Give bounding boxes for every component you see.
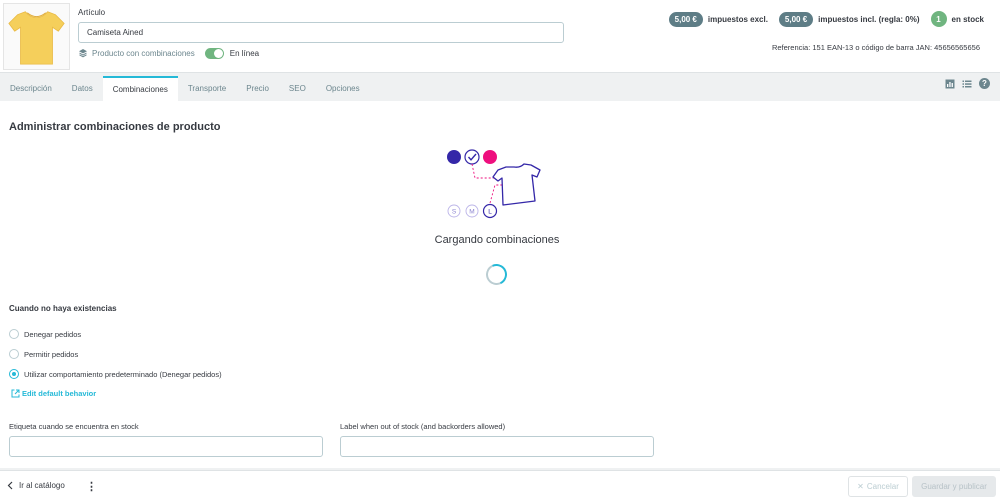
tshirt-image (4, 4, 69, 69)
size-s-label: S (452, 209, 457, 216)
page-title: Administrar combinaciones de producto (9, 121, 221, 133)
more-options-icon[interactable]: ⋮ (86, 480, 97, 493)
combinations-panel: Administrar combinaciones de producto S … (0, 101, 1000, 468)
radio-label: Permitir pedidos (24, 349, 79, 359)
close-icon: ✕ (857, 482, 864, 491)
product-thumbnail[interactable] (3, 3, 70, 70)
chevron-left-icon (7, 481, 13, 490)
product-name-input[interactable]: Camiseta Ained (78, 22, 564, 43)
price-excl-label: impuestos excl. (707, 14, 768, 24)
tshirt-outline-icon (492, 163, 541, 206)
radio-button[interactable] (9, 349, 19, 359)
size-l-label: L (488, 209, 492, 216)
radio-deny-orders[interactable]: Denegar pedidos (9, 328, 81, 340)
blue-color-dot (447, 150, 461, 164)
online-label: En línea (229, 48, 260, 58)
label-in-stock-input[interactable] (9, 436, 323, 457)
tab-tools: ? (945, 78, 990, 89)
tab-descripcion[interactable]: Descripción (0, 76, 62, 101)
combinations-illustration: S M L (447, 149, 541, 219)
list-icon[interactable] (962, 79, 972, 89)
radio-default-behavior[interactable]: Utilizar comportamiento predeterminado (… (9, 368, 222, 380)
stats-icon[interactable] (945, 79, 955, 89)
pink-color-dot (483, 150, 497, 164)
label-in-stock-label: Etiqueta cuando se encuentra en stock (9, 422, 139, 431)
tab-seo[interactable]: SEO (279, 76, 316, 101)
reference-line: Referencia: 151 EAN-13 o código de barra… (771, 43, 980, 52)
price-summary: 5,00 € impuestos excl. 5,00 € impuestos … (668, 11, 984, 27)
tab-opciones[interactable]: Opciones (316, 76, 370, 101)
stock-badge[interactable]: 1 (930, 11, 947, 27)
cancel-button[interactable]: ✕ Cancelar (848, 476, 908, 497)
loading-text: Cargando combinaciones (434, 234, 560, 246)
product-tabs: Descripción Datos Combinaciones Transpor… (0, 76, 370, 101)
price-excl-badge[interactable]: 5,00 € (668, 11, 703, 27)
size-m-label: M (469, 209, 474, 216)
price-incl-badge[interactable]: 5,00 € (778, 11, 814, 27)
back-to-catalog-link[interactable]: Ir al catálogo (7, 481, 65, 490)
radio-label: Utilizar comportamiento predeterminado (… (24, 369, 222, 379)
checked-color-dot (464, 149, 480, 165)
back-label[interactable]: Ir al catálogo (19, 481, 65, 490)
product-header: Artículo Camiseta Ained Producto con com… (0, 0, 1000, 73)
price-incl-label: impuestos incl. (regla: 0%) (818, 14, 920, 24)
label-out-of-stock-input[interactable] (340, 436, 654, 457)
edit-link-label[interactable]: Edit default behavior (22, 389, 96, 398)
external-link-icon (11, 389, 20, 398)
help-icon[interactable]: ? (979, 78, 990, 89)
radio-button[interactable] (9, 369, 19, 379)
tab-transporte[interactable]: Transporte (178, 76, 236, 101)
out-of-stock-title: Cuando no haya existencias (9, 304, 117, 313)
loading-spinner-icon (483, 261, 510, 288)
tab-combinaciones[interactable]: Combinaciones (102, 76, 178, 101)
tab-datos[interactable]: Datos (62, 76, 103, 101)
label-out-of-stock-label: Label when out of stock (and backorders … (340, 422, 506, 431)
radio-label: Denegar pedidos (24, 329, 82, 339)
stock-label: en stock (951, 14, 984, 24)
footer-bar: Ir al catálogo ⋮ ✕ Cancelar Guardar y pu… (0, 470, 1000, 501)
combinations-type-label[interactable]: Producto con combinaciones (92, 49, 195, 58)
save-publish-button[interactable]: Guardar y publicar (912, 476, 996, 497)
article-label: Artículo (78, 8, 106, 17)
layers-icon (79, 49, 87, 58)
radio-button[interactable] (9, 329, 19, 339)
edit-default-behavior-link[interactable]: Edit default behavior (11, 389, 96, 398)
online-toggle[interactable] (204, 47, 224, 59)
tab-precio[interactable]: Precio (236, 76, 279, 101)
radio-allow-orders[interactable]: Permitir pedidos (9, 348, 78, 360)
combination-row: Producto con combinaciones En línea (78, 46, 259, 60)
cancel-label: Cancelar (866, 482, 899, 491)
